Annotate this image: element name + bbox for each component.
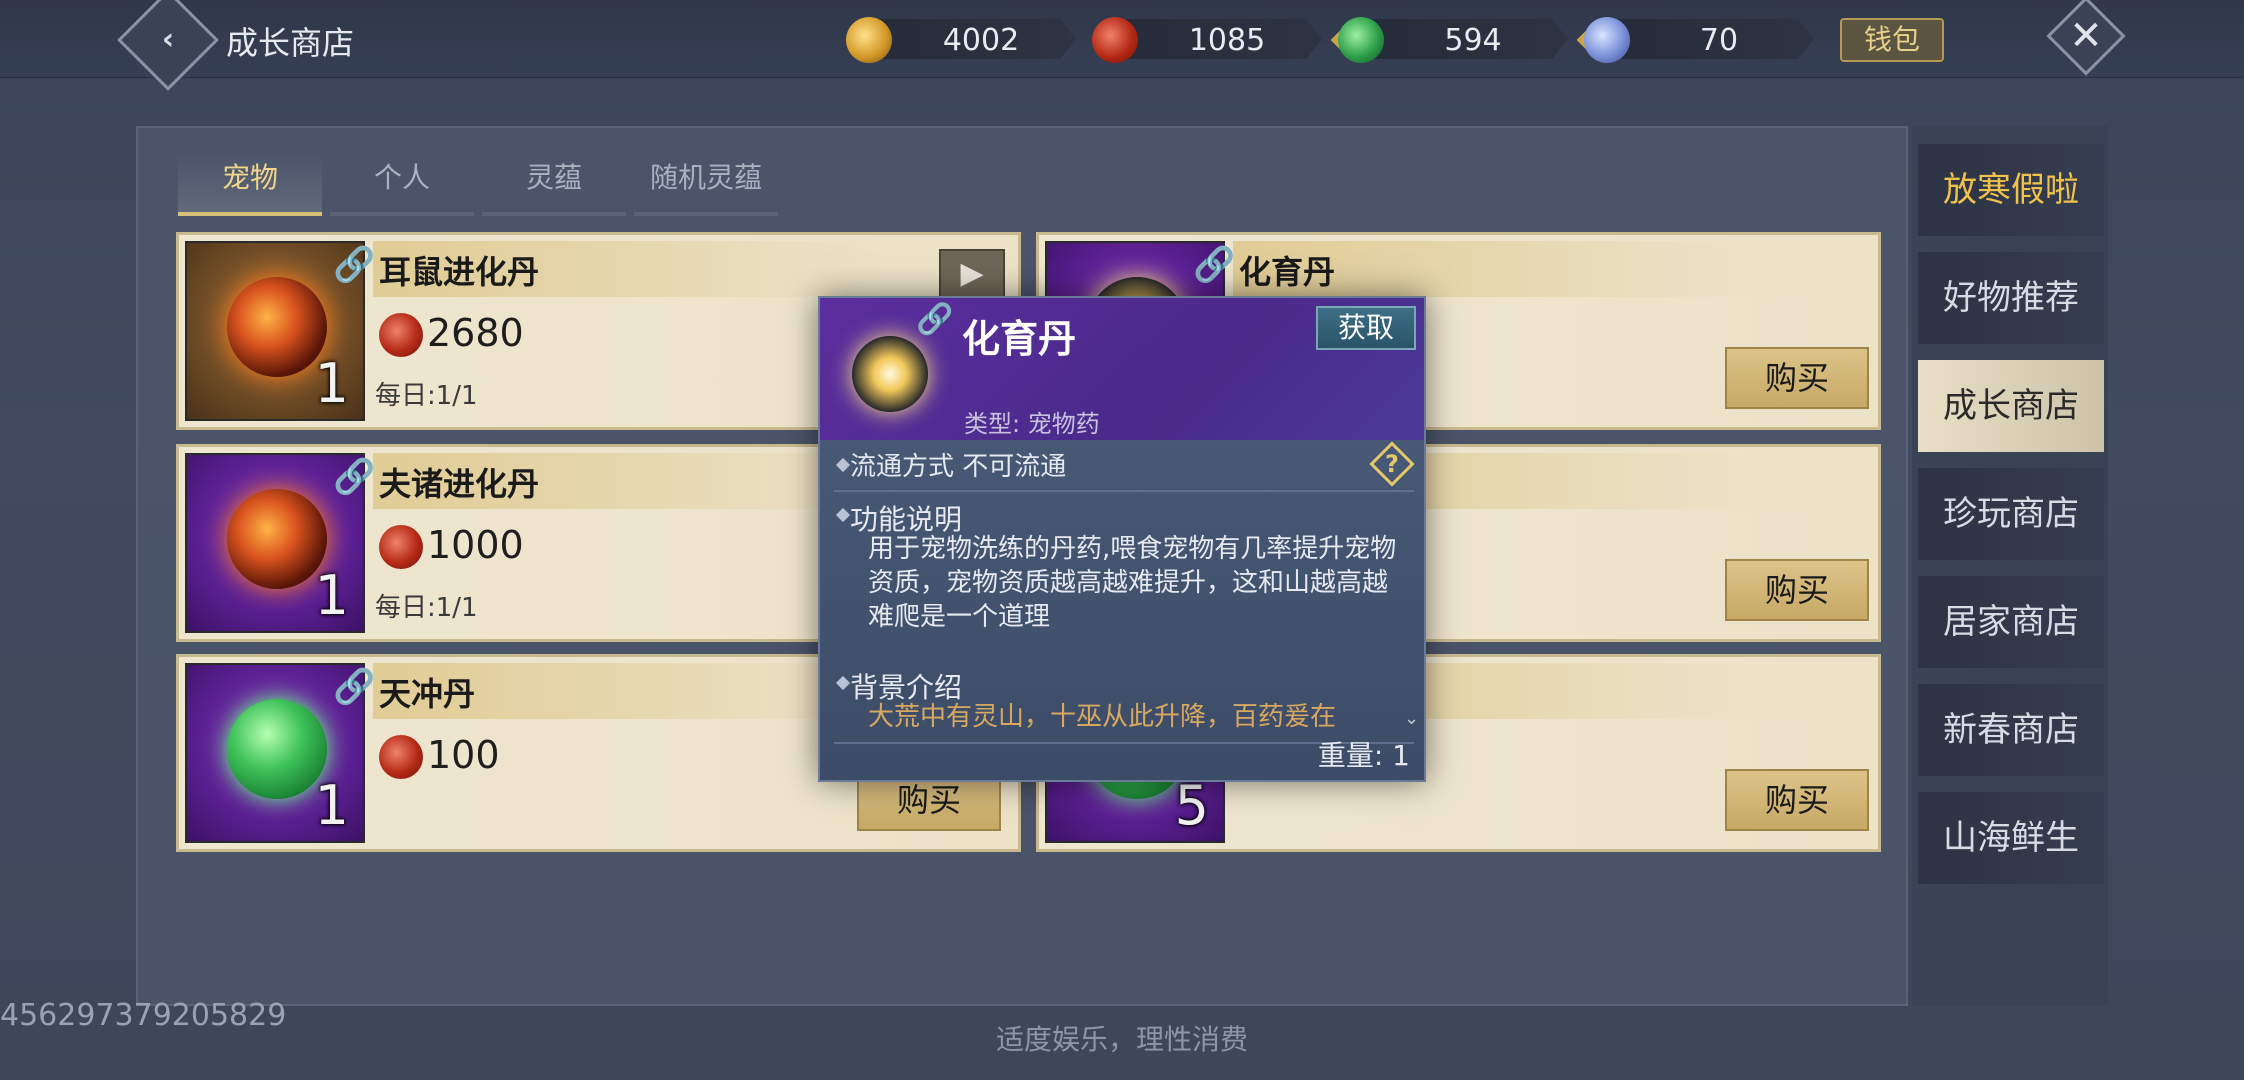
red-spiral-coin-icon bbox=[379, 525, 423, 569]
bullet-icon bbox=[835, 457, 851, 473]
buy-button[interactable]: 购买 bbox=[1725, 559, 1869, 621]
close-icon: ✕ bbox=[2069, 13, 2103, 59]
side-menu-item[interactable]: 放寒假啦 bbox=[1918, 144, 2104, 236]
tab-2[interactable]: 个人 bbox=[330, 152, 474, 216]
currency-value: 4002 bbox=[942, 23, 1020, 58]
buy-button[interactable]: 购买 bbox=[1725, 769, 1869, 831]
currency-value: 594 bbox=[1444, 23, 1502, 58]
buy-button[interactable]: 购买 bbox=[1725, 347, 1869, 409]
side-menu-item[interactable]: 新春商店 bbox=[1918, 684, 2104, 776]
item-type: 类型: 宠物药 bbox=[964, 410, 1100, 438]
question-icon: ? bbox=[1385, 450, 1399, 478]
link-icon[interactable]: 🔗 bbox=[1193, 245, 1235, 285]
currency-4: 70 bbox=[1584, 15, 1864, 63]
link-icon[interactable]: 🔗 bbox=[916, 302, 953, 337]
item-thumbnail[interactable]: 1 🔗 bbox=[185, 241, 375, 421]
item-icon bbox=[852, 336, 928, 412]
link-icon[interactable]: 🔗 bbox=[333, 457, 375, 497]
red-spiral-coin-icon bbox=[1092, 17, 1138, 63]
red-spiral-coin-icon bbox=[379, 735, 423, 779]
pill-icon bbox=[227, 489, 327, 589]
page-title: 成长商店 bbox=[226, 24, 355, 62]
side-menu-item[interactable]: 好物推荐 bbox=[1918, 252, 2104, 344]
item-price: 2680 bbox=[427, 311, 524, 355]
item-count: 5 bbox=[1174, 774, 1209, 837]
background-description: 大荒中有灵山，十巫从此升降，百药爰在 bbox=[868, 702, 1337, 732]
tab-4[interactable]: 随机灵蕴 bbox=[634, 152, 778, 216]
side-menu-item[interactable]: 成长商店 bbox=[1918, 360, 2104, 452]
item-price: 100 bbox=[427, 733, 500, 777]
item-count: 1 bbox=[314, 564, 349, 627]
tab-1[interactable]: 宠物 bbox=[178, 152, 322, 216]
footer-note: 适度娱乐，理性消费 bbox=[995, 1023, 1248, 1056]
crystal-icon bbox=[1584, 17, 1630, 63]
currency-value: 1085 bbox=[1188, 23, 1266, 58]
item-thumbnail[interactable]: 1 🔗 bbox=[185, 663, 375, 843]
tab-3[interactable]: 灵蕴 bbox=[482, 152, 626, 216]
link-icon[interactable]: 🔗 bbox=[333, 667, 375, 707]
item-price: 1000 bbox=[427, 523, 524, 567]
item-name: 耳鼠进化丹 bbox=[379, 253, 540, 291]
shop-side-menu: 放寒假啦好物推荐成长商店珍玩商店居家商店新春商店山海鲜生 bbox=[1912, 126, 2108, 1006]
item-count: 1 bbox=[314, 774, 349, 837]
item-thumbnail[interactable]: 1 🔗 bbox=[185, 453, 375, 633]
get-button[interactable]: 获取 bbox=[1316, 306, 1416, 350]
pill-icon bbox=[227, 277, 327, 377]
link-icon[interactable]: 🔗 bbox=[333, 245, 375, 285]
function-description: 用于宠物洗练的丹药,喂食宠物有几率提升宠物资质，宠物资质越高越难提升，这和山越高… bbox=[868, 534, 1397, 632]
side-menu-item[interactable]: 山海鲜生 bbox=[1918, 792, 2104, 884]
item-name: 化育丹 bbox=[1239, 253, 1336, 291]
video-camera-icon[interactable]: ▶ bbox=[939, 249, 1005, 299]
currency-2: 1085+ bbox=[1092, 15, 1372, 63]
bullet-icon bbox=[835, 675, 851, 691]
bullet-icon bbox=[835, 507, 851, 523]
wallet-button[interactable]: 钱包 bbox=[1840, 18, 1944, 62]
scroll-down-icon[interactable]: ⌄ bbox=[1404, 708, 1419, 729]
currency-1: 4002 bbox=[846, 15, 1126, 63]
red-spiral-coin-icon bbox=[379, 313, 423, 357]
side-menu-item[interactable]: 居家商店 bbox=[1918, 576, 2104, 668]
daily-limit: 每日:1/1 bbox=[375, 593, 478, 623]
pill-icon bbox=[227, 699, 327, 799]
jade-icon bbox=[1338, 17, 1384, 63]
divider bbox=[834, 490, 1414, 492]
daily-limit: 每日:1/1 bbox=[375, 381, 478, 411]
currency-3: 594+ bbox=[1338, 15, 1618, 63]
item-count: 1 bbox=[314, 352, 349, 415]
chevron-left-icon: ‹ bbox=[161, 22, 175, 57]
popup-title: 化育丹 bbox=[962, 317, 1077, 361]
item-name: 夫诸进化丹 bbox=[379, 465, 540, 503]
currency-value: 70 bbox=[1699, 23, 1739, 58]
side-menu-item[interactable]: 珍玩商店 bbox=[1918, 468, 2104, 560]
item-detail-popup: 🔗 化育丹 获取 类型: 宠物药 流通方式 不可流通 ? 功能说明 用于宠物洗练… bbox=[818, 296, 1426, 782]
circulation-text: 流通方式 不可流通 bbox=[850, 452, 1067, 482]
item-name: 天冲丹 bbox=[379, 675, 476, 713]
gold-coin-icon bbox=[846, 17, 892, 63]
item-weight: 重量: 1 bbox=[1317, 739, 1410, 772]
